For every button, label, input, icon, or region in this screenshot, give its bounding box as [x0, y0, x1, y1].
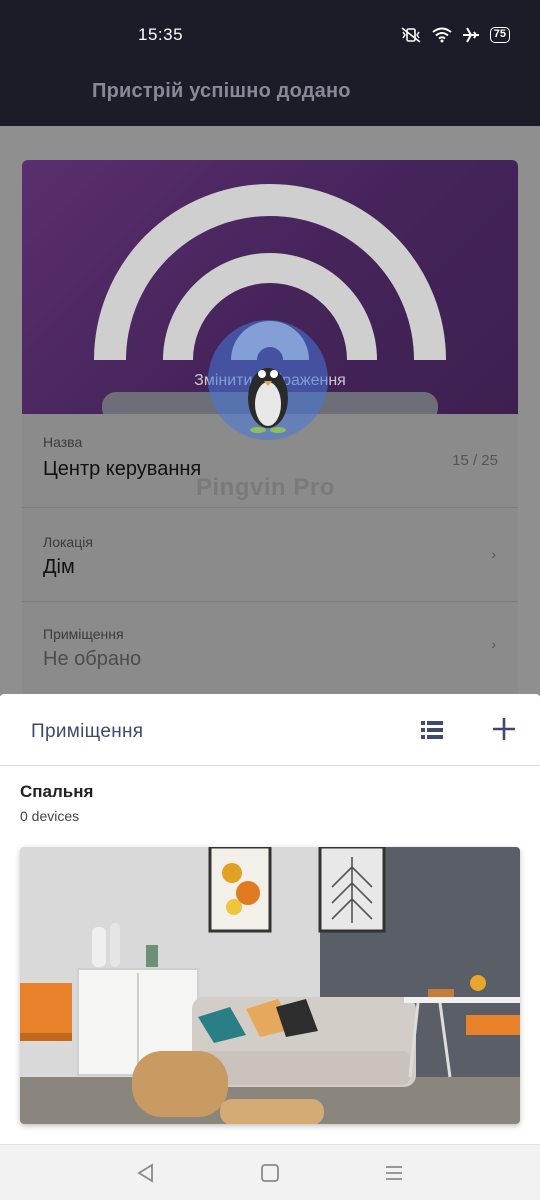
name-field-label: Назва: [43, 434, 83, 450]
room-photo: [20, 847, 520, 1124]
vibrate-off-icon: [401, 27, 421, 43]
watermark: Pingvin Pro: [196, 320, 346, 510]
status-time: 15:35: [138, 25, 184, 44]
location-field[interactable]: Локація Дім ›: [22, 508, 518, 602]
chevron-right-icon: ›: [491, 546, 496, 562]
status-icons: 75: [400, 27, 510, 43]
room-picker-sheet: Приміщення Спальня 0 devices: [0, 694, 540, 1144]
home-icon[interactable]: [258, 1162, 282, 1184]
name-field-value[interactable]: Центр керування: [43, 458, 201, 481]
location-field-label: Локація: [43, 534, 93, 550]
chevron-right-icon: ›: [491, 636, 496, 652]
room-field-label: Приміщення: [43, 626, 124, 642]
app-bar: Пристрій успішно додано: [0, 70, 540, 126]
room-image-bedroom[interactable]: [20, 847, 520, 1124]
room-field[interactable]: Приміщення Не обрано ›: [22, 602, 518, 700]
page-title: Пристрій успішно додано: [92, 80, 351, 102]
room-device-count: 0 devices: [20, 808, 80, 824]
back-icon[interactable]: [134, 1162, 158, 1184]
location-field-value: Дім: [43, 556, 75, 578]
watermark-text: Pingvin Pro: [196, 474, 335, 501]
add-room-button[interactable]: [490, 715, 518, 743]
room-field-value: Не обрано: [43, 648, 142, 670]
name-char-counter: 15 / 25: [452, 452, 498, 469]
recents-icon[interactable]: [382, 1162, 406, 1184]
wifi-icon: [432, 27, 452, 43]
airplane-icon: [462, 27, 479, 43]
list-view-icon[interactable]: [421, 721, 443, 739]
penguin-icon: [248, 368, 288, 433]
system-nav-bar: [0, 1144, 540, 1200]
sheet-title: Приміщення: [31, 721, 144, 742]
room-name[interactable]: Спальня: [20, 782, 93, 802]
battery-icon: 75: [489, 27, 510, 43]
sheet-header: Приміщення: [0, 694, 540, 766]
status-bar: 15:35 75: [0, 0, 540, 70]
